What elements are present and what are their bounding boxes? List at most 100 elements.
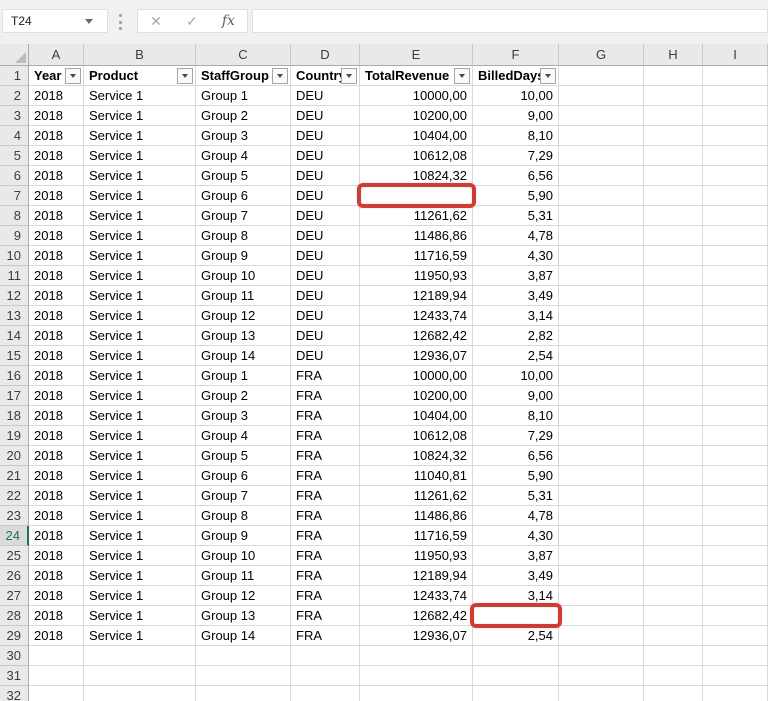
cell-A21[interactable]: 2018: [29, 466, 84, 486]
cell-E30[interactable]: [360, 646, 473, 666]
row-header-4[interactable]: 4: [0, 126, 29, 146]
cell-H8[interactable]: [644, 206, 703, 226]
column-header-C[interactable]: C: [196, 44, 291, 66]
cell-H14[interactable]: [644, 326, 703, 346]
cell-C23[interactable]: Group 8: [196, 506, 291, 526]
cell-A23[interactable]: 2018: [29, 506, 84, 526]
cell-A15[interactable]: 2018: [29, 346, 84, 366]
formula-input[interactable]: [253, 10, 767, 32]
cell-B8[interactable]: Service 1: [84, 206, 196, 226]
cell-B14[interactable]: Service 1: [84, 326, 196, 346]
cell-B15[interactable]: Service 1: [84, 346, 196, 366]
cell-E13[interactable]: 12433,74: [360, 306, 473, 326]
column-header-I[interactable]: I: [703, 44, 768, 66]
cell-E17[interactable]: 10200,00: [360, 386, 473, 406]
cell-B31[interactable]: [84, 666, 196, 686]
cell-E19[interactable]: 10612,08: [360, 426, 473, 446]
cell-H15[interactable]: [644, 346, 703, 366]
cell-D9[interactable]: DEU: [291, 226, 360, 246]
cell-D16[interactable]: FRA: [291, 366, 360, 386]
cell-C15[interactable]: Group 14: [196, 346, 291, 366]
cell-I32[interactable]: [703, 686, 768, 701]
cell-G13[interactable]: [559, 306, 644, 326]
cell-G20[interactable]: [559, 446, 644, 466]
row-header-23[interactable]: 23: [0, 506, 29, 526]
cell-C12[interactable]: Group 11: [196, 286, 291, 306]
column-header-G[interactable]: G: [559, 44, 644, 66]
cell-G25[interactable]: [559, 546, 644, 566]
cell-D31[interactable]: [291, 666, 360, 686]
cell-C26[interactable]: Group 11: [196, 566, 291, 586]
cell-I11[interactable]: [703, 266, 768, 286]
cell-H9[interactable]: [644, 226, 703, 246]
cell-F16[interactable]: 10,00: [473, 366, 559, 386]
cell-H17[interactable]: [644, 386, 703, 406]
cell-D6[interactable]: DEU: [291, 166, 360, 186]
cell-D7[interactable]: DEU: [291, 186, 360, 206]
cell-E26[interactable]: 12189,94: [360, 566, 473, 586]
cell-A19[interactable]: 2018: [29, 426, 84, 446]
cell-B21[interactable]: Service 1: [84, 466, 196, 486]
cell-C9[interactable]: Group 8: [196, 226, 291, 246]
cell-C10[interactable]: Group 9: [196, 246, 291, 266]
row-header-31[interactable]: 31: [0, 666, 29, 686]
cell-C31[interactable]: [196, 666, 291, 686]
row-header-9[interactable]: 9: [0, 226, 29, 246]
cell-B28[interactable]: Service 1: [84, 606, 196, 626]
cell-A11[interactable]: 2018: [29, 266, 84, 286]
cell-E9[interactable]: 11486,86: [360, 226, 473, 246]
cell-D18[interactable]: FRA: [291, 406, 360, 426]
cell-B4[interactable]: Service 1: [84, 126, 196, 146]
cell-C7[interactable]: Group 6: [196, 186, 291, 206]
cell-E32[interactable]: [360, 686, 473, 701]
cell-I7[interactable]: [703, 186, 768, 206]
cell-A28[interactable]: 2018: [29, 606, 84, 626]
cell-H32[interactable]: [644, 686, 703, 701]
cell-D15[interactable]: DEU: [291, 346, 360, 366]
filter-button-BilledDays[interactable]: [540, 68, 556, 84]
cell-D30[interactable]: [291, 646, 360, 666]
cell-A17[interactable]: 2018: [29, 386, 84, 406]
cell-B30[interactable]: [84, 646, 196, 666]
cell-A2[interactable]: 2018: [29, 86, 84, 106]
cell-D14[interactable]: DEU: [291, 326, 360, 346]
cell-I22[interactable]: [703, 486, 768, 506]
cell-B32[interactable]: [84, 686, 196, 701]
cell-H28[interactable]: [644, 606, 703, 626]
cell-F20[interactable]: 6,56: [473, 446, 559, 466]
cell-I3[interactable]: [703, 106, 768, 126]
cell-G7[interactable]: [559, 186, 644, 206]
cell-I29[interactable]: [703, 626, 768, 646]
filter-button-Year[interactable]: [65, 68, 81, 84]
cell-H30[interactable]: [644, 646, 703, 666]
row-header-19[interactable]: 19: [0, 426, 29, 446]
row-header-13[interactable]: 13: [0, 306, 29, 326]
row-header-18[interactable]: 18: [0, 406, 29, 426]
cell-F24[interactable]: 4,30: [473, 526, 559, 546]
cell-A13[interactable]: 2018: [29, 306, 84, 326]
row-header-11[interactable]: 11: [0, 266, 29, 286]
cell-I26[interactable]: [703, 566, 768, 586]
cell-B3[interactable]: Service 1: [84, 106, 196, 126]
cell-G21[interactable]: [559, 466, 644, 486]
filter-button-Product[interactable]: [177, 68, 193, 84]
cell-B20[interactable]: Service 1: [84, 446, 196, 466]
cell-D5[interactable]: DEU: [291, 146, 360, 166]
cell-C18[interactable]: Group 3: [196, 406, 291, 426]
cell-G19[interactable]: [559, 426, 644, 446]
cell-G17[interactable]: [559, 386, 644, 406]
cell-H7[interactable]: [644, 186, 703, 206]
cell-C17[interactable]: Group 2: [196, 386, 291, 406]
cell-D13[interactable]: DEU: [291, 306, 360, 326]
cell-B25[interactable]: Service 1: [84, 546, 196, 566]
cell-I2[interactable]: [703, 86, 768, 106]
row-header-25[interactable]: 25: [0, 546, 29, 566]
cell-E8[interactable]: 11261,62: [360, 206, 473, 226]
cell-B18[interactable]: Service 1: [84, 406, 196, 426]
cell-D22[interactable]: FRA: [291, 486, 360, 506]
cell-C5[interactable]: Group 4: [196, 146, 291, 166]
filter-button-StaffGroup[interactable]: [272, 68, 288, 84]
cell-I31[interactable]: [703, 666, 768, 686]
row-header-26[interactable]: 26: [0, 566, 29, 586]
cell-E12[interactable]: 12189,94: [360, 286, 473, 306]
